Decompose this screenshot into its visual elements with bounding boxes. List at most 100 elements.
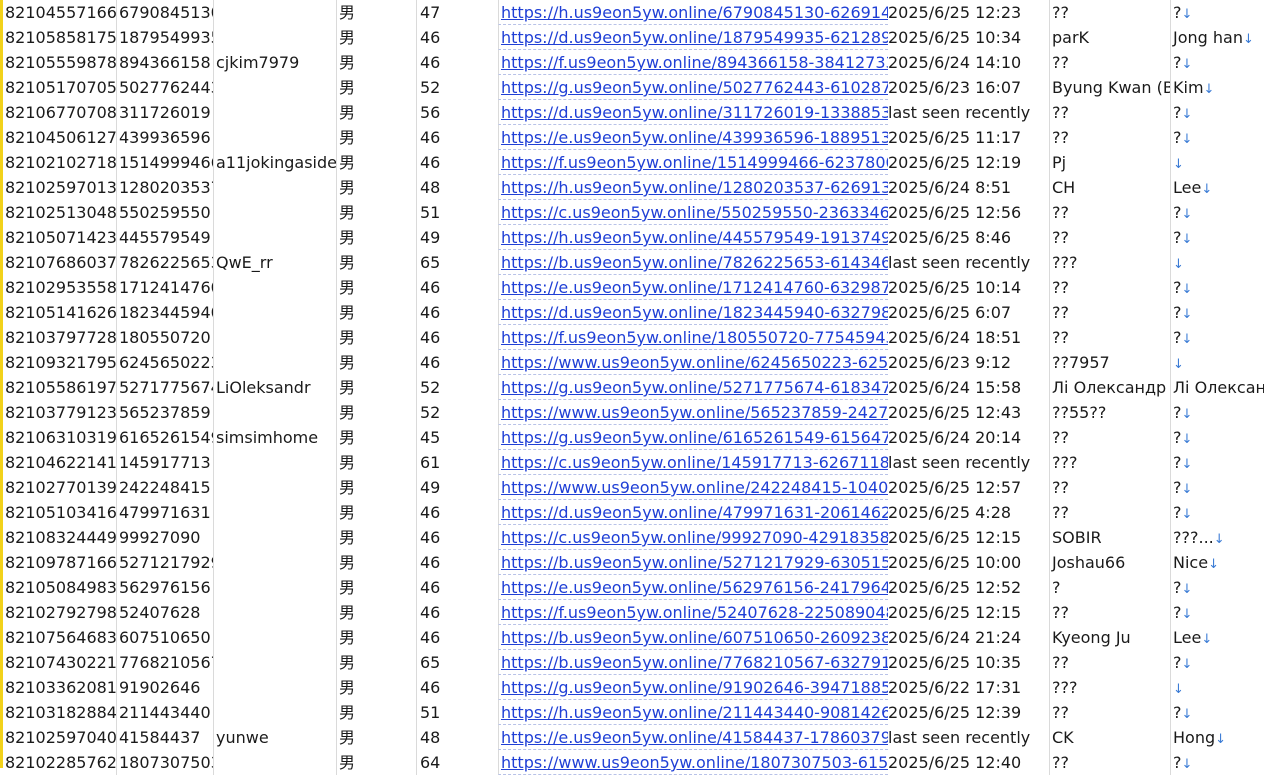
user-id-cell[interactable]: 445579549 — [116, 225, 213, 250]
last-seen-cell[interactable]: 2025/6/25 10:35 — [888, 650, 1049, 675]
age-cell[interactable]: 46 — [416, 300, 498, 325]
phone-cell[interactable]: 821025970409 — [3, 725, 116, 750]
profile-link-cell[interactable]: https://e.us9eon5yw.online/41584437-1786… — [498, 725, 888, 750]
phone-cell[interactable]: 821027701397 — [3, 475, 116, 500]
profile-link[interactable]: https://f.us9eon5yw.online/180550720-775… — [501, 328, 888, 347]
last-seen-cell[interactable]: last seen recently — [888, 725, 1049, 750]
phone-cell[interactable]: 821046221417 — [3, 450, 116, 475]
profile-link[interactable]: https://g.us9eon5yw.online/5271775674-61… — [501, 378, 888, 397]
profile-link-cell[interactable]: https://d.us9eon5yw.online/479971631-206… — [498, 500, 888, 525]
username-cell[interactable] — [213, 0, 336, 25]
profile-link[interactable]: https://h.us9eon5yw.online/211443440-908… — [501, 703, 888, 722]
first-name-cell[interactable]: ?? — [1049, 750, 1170, 775]
username-cell[interactable] — [213, 525, 336, 550]
phone-cell[interactable]: 821050714231 — [3, 225, 116, 250]
profile-link-cell[interactable]: https://g.us9eon5yw.online/5027762443-61… — [498, 75, 888, 100]
last-seen-cell[interactable]: 2025/6/25 4:28 — [888, 500, 1049, 525]
age-cell[interactable]: 49 — [416, 475, 498, 500]
last-name-cell[interactable]: ?↓ — [1170, 100, 1264, 125]
profile-link[interactable]: https://g.us9eon5yw.online/91902646-3947… — [501, 678, 888, 697]
profile-link[interactable]: https://d.us9eon5yw.online/479971631-206… — [501, 503, 888, 522]
gender-cell[interactable]: 男 — [336, 575, 416, 600]
user-id-cell[interactable]: 5027762443 — [116, 75, 213, 100]
phone-cell[interactable]: 821045571669 — [3, 0, 116, 25]
phone-cell[interactable]: 821076860375 — [3, 250, 116, 275]
profile-link-cell[interactable]: https://d.us9eon5yw.online/1823445940-63… — [498, 300, 888, 325]
profile-link-cell[interactable]: https://g.us9eon5yw.online/6165261549-61… — [498, 425, 888, 450]
first-name-cell[interactable]: ?? — [1049, 225, 1170, 250]
profile-link-cell[interactable]: https://b.us9eon5yw.online/7826225653-61… — [498, 250, 888, 275]
profile-link-cell[interactable]: https://e.us9eon5yw.online/439936596-188… — [498, 125, 888, 150]
profile-link-cell[interactable]: https://www.us9eon5yw.online/1807307503-… — [498, 750, 888, 775]
user-id-cell[interactable]: 439936596 — [116, 125, 213, 150]
last-name-cell[interactable]: ?↓ — [1170, 125, 1264, 150]
gender-cell[interactable]: 男 — [336, 525, 416, 550]
profile-link[interactable]: https://b.us9eon5yw.online/7826225653-61… — [501, 253, 888, 272]
last-name-cell[interactable]: ?↓ — [1170, 475, 1264, 500]
first-name-cell[interactable]: ?? — [1049, 325, 1170, 350]
profile-link[interactable]: https://e.us9eon5yw.online/41584437-1786… — [501, 728, 888, 747]
profile-link[interactable]: https://c.us9eon5yw.online/99927090-4291… — [501, 528, 888, 547]
gender-cell[interactable]: 男 — [336, 400, 416, 425]
gender-cell[interactable]: 男 — [336, 250, 416, 275]
username-cell[interactable] — [213, 300, 336, 325]
age-cell[interactable]: 46 — [416, 525, 498, 550]
last-name-cell[interactable]: Hong↓ — [1170, 725, 1264, 750]
profile-link[interactable]: https://www.us9eon5yw.online/6245650223-… — [501, 353, 888, 372]
phone-cell[interactable]: 821083244499 — [3, 525, 116, 550]
profile-link[interactable]: https://e.us9eon5yw.online/1712414760-63… — [501, 278, 888, 297]
user-id-cell[interactable]: 91902646 — [116, 675, 213, 700]
age-cell[interactable]: 46 — [416, 150, 498, 175]
profile-link-cell[interactable]: https://d.us9eon5yw.online/311726019-133… — [498, 100, 888, 125]
last-seen-cell[interactable]: 2025/6/25 11:17 — [888, 125, 1049, 150]
username-cell[interactable] — [213, 675, 336, 700]
first-name-cell[interactable]: Лі Олександр — [1049, 375, 1170, 400]
gender-cell[interactable]: 男 — [336, 25, 416, 50]
phone-cell[interactable]: 821037791235 — [3, 400, 116, 425]
gender-cell[interactable]: 男 — [336, 625, 416, 650]
username-cell[interactable] — [213, 325, 336, 350]
username-cell[interactable] — [213, 450, 336, 475]
last-seen-cell[interactable]: 2025/6/25 12:19 — [888, 150, 1049, 175]
phone-cell[interactable]: 821045061272 — [3, 125, 116, 150]
phone-cell[interactable]: 821067707084 — [3, 100, 116, 125]
first-name-cell[interactable]: ?? — [1049, 475, 1170, 500]
first-name-cell[interactable]: ?? — [1049, 300, 1170, 325]
profile-link[interactable]: https://www.us9eon5yw.online/565237859-2… — [501, 403, 888, 422]
profile-link-cell[interactable]: https://d.us9eon5yw.online/1879549935-62… — [498, 25, 888, 50]
user-id-cell[interactable]: 1712414760 — [116, 275, 213, 300]
last-name-cell[interactable]: ???...↓ — [1170, 525, 1264, 550]
profile-link[interactable]: https://f.us9eon5yw.online/1514999466-62… — [501, 153, 888, 172]
gender-cell[interactable]: 男 — [336, 100, 416, 125]
profile-link-cell[interactable]: https://b.us9eon5yw.online/607510650-260… — [498, 625, 888, 650]
profile-link[interactable]: https://h.us9eon5yw.online/445579549-191… — [501, 228, 888, 247]
username-cell[interactable] — [213, 700, 336, 725]
user-id-cell[interactable]: 562976156 — [116, 575, 213, 600]
profile-link-cell[interactable]: https://f.us9eon5yw.online/894366158-384… — [498, 50, 888, 75]
first-name-cell[interactable]: ?? — [1049, 50, 1170, 75]
user-id-cell[interactable]: 5271217929 — [116, 550, 213, 575]
phone-cell[interactable]: 821063103190 — [3, 425, 116, 450]
age-cell[interactable]: 52 — [416, 375, 498, 400]
user-id-cell[interactable]: 99927090 — [116, 525, 213, 550]
last-name-cell[interactable]: ?↓ — [1170, 225, 1264, 250]
username-cell[interactable] — [213, 750, 336, 775]
profile-link[interactable]: https://h.us9eon5yw.online/1280203537-62… — [501, 178, 888, 197]
first-name-cell[interactable]: parK — [1049, 25, 1170, 50]
age-cell[interactable]: 52 — [416, 75, 498, 100]
username-cell[interactable] — [213, 175, 336, 200]
last-seen-cell[interactable]: 2025/6/25 10:34 — [888, 25, 1049, 50]
phone-cell[interactable]: 821031828840 — [3, 700, 116, 725]
age-cell[interactable]: 46 — [416, 600, 498, 625]
gender-cell[interactable]: 男 — [336, 225, 416, 250]
username-cell[interactable]: QwE_rr — [213, 250, 336, 275]
last-seen-cell[interactable]: 2025/6/24 14:10 — [888, 50, 1049, 75]
username-cell[interactable] — [213, 25, 336, 50]
username-cell[interactable] — [213, 650, 336, 675]
user-id-cell[interactable]: 7768210567 — [116, 650, 213, 675]
profile-link[interactable]: https://g.us9eon5yw.online/5027762443-61… — [501, 78, 888, 97]
gender-cell[interactable]: 男 — [336, 175, 416, 200]
profile-link-cell[interactable]: https://c.us9eon5yw.online/550259550-236… — [498, 200, 888, 225]
last-name-cell[interactable]: ?↓ — [1170, 500, 1264, 525]
profile-link-cell[interactable]: https://b.us9eon5yw.online/5271217929-63… — [498, 550, 888, 575]
